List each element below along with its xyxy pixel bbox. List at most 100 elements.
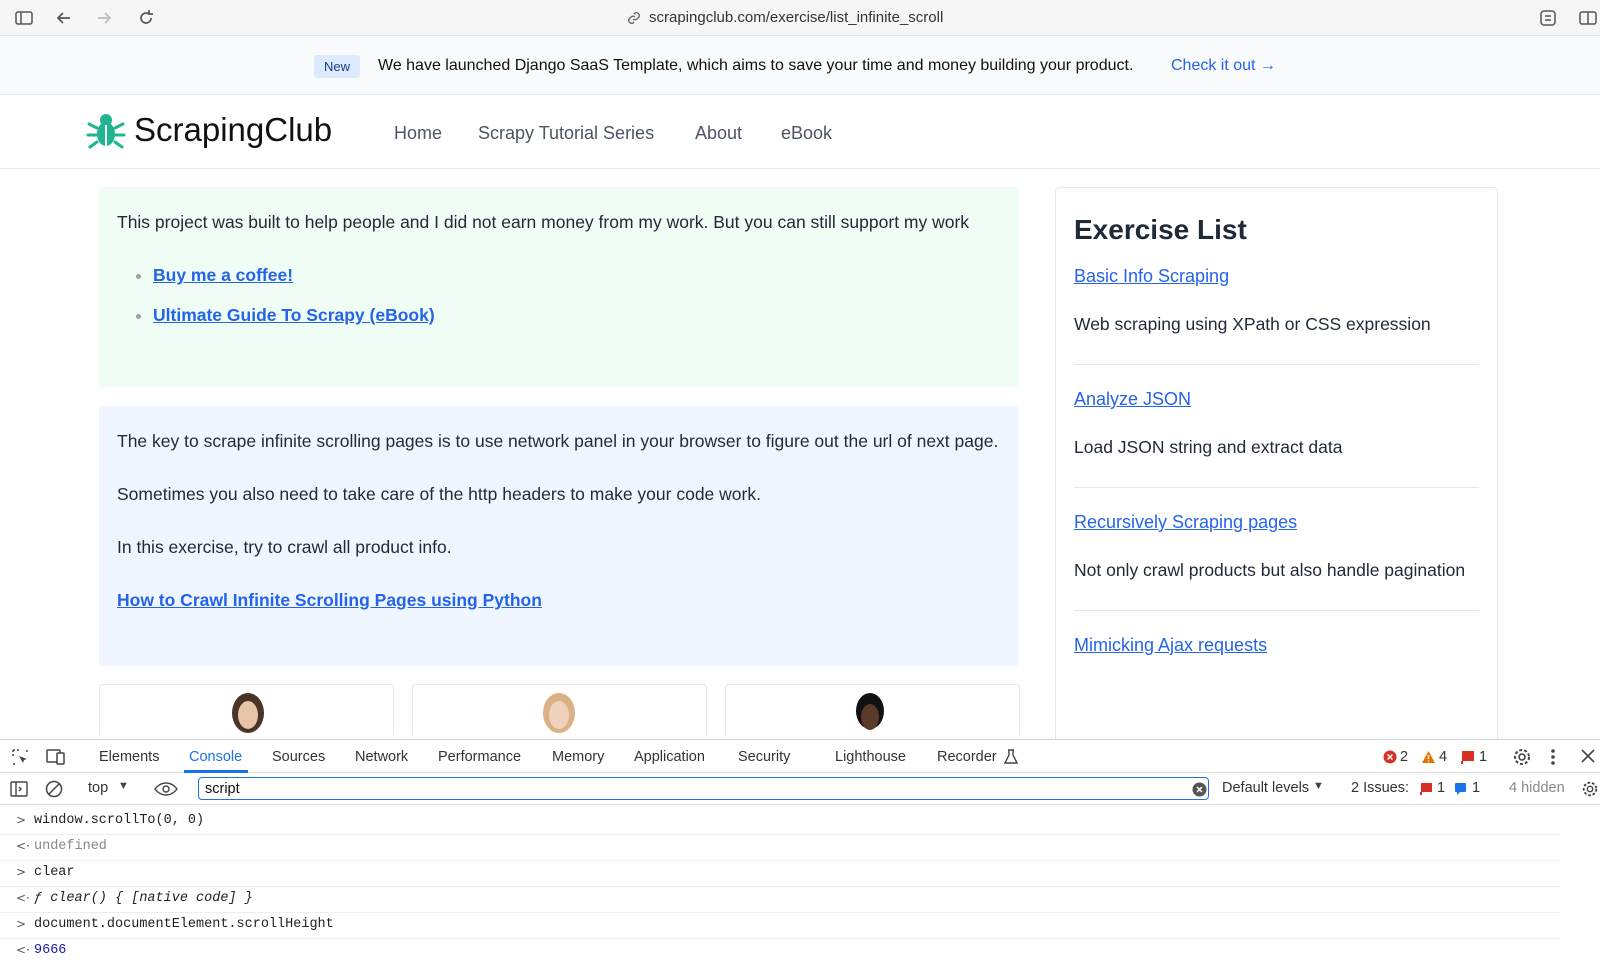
device-toolbar-icon[interactable] [45, 747, 67, 767]
info-paragraph: The key to scrape infinite scrolling pag… [117, 431, 999, 451]
result-arrow-icon: <· [16, 943, 30, 957]
extension-icon[interactable] [1538, 8, 1558, 28]
exercise-link[interactable]: Mimicking Ajax requests [1074, 635, 1479, 656]
clear-filter-icon[interactable] [1192, 782, 1207, 797]
address-bar[interactable]: scrapingclub.com/exercise/list_infinite_… [649, 9, 943, 26]
exercise-desc: Load JSON string and extract data [1074, 437, 1343, 457]
product-card[interactable] [412, 684, 707, 734]
result-arrow-icon: <· [16, 839, 30, 853]
issue-flag-icon [1420, 783, 1432, 795]
link-icon [628, 12, 640, 24]
tab-application[interactable]: Application [634, 749, 705, 765]
exercise-desc: Not only crawl products but also handle … [1074, 560, 1466, 580]
issues-label[interactable]: 2 Issues: [1351, 780, 1409, 796]
tab-console[interactable]: Console [189, 749, 242, 765]
chevron-down-icon[interactable]: ▼ [118, 780, 129, 792]
log-levels-dropdown[interactable]: Default levels [1222, 780, 1309, 796]
hidden-count: 4 hidden [1509, 780, 1565, 796]
tab-performance[interactable]: Performance [438, 749, 521, 765]
console-input-line[interactable]: > document.documentElement.scrollHeight [0, 913, 1560, 939]
bug-logo-icon[interactable] [86, 111, 126, 151]
console-filter-input[interactable] [198, 777, 1209, 800]
list-item: Buy me a coffee! [153, 260, 1001, 291]
tab-security[interactable]: Security [738, 749, 790, 765]
site-logo-text[interactable]: ScrapingClub [134, 111, 332, 149]
live-expression-eye-icon[interactable] [154, 781, 178, 797]
error-icon [1383, 750, 1397, 764]
more-options-icon[interactable] [1549, 747, 1557, 767]
tab-lighthouse[interactable]: Lighthouse [835, 749, 906, 765]
product-image [856, 693, 884, 730]
tutorial-link[interactable]: How to Crawl Infinite Scrolling Pages us… [117, 590, 542, 610]
error-count[interactable]: 2 [1400, 749, 1408, 765]
tab-sources[interactable]: Sources [272, 749, 325, 765]
issues-red-count[interactable]: 1 [1437, 780, 1445, 796]
exercise-link[interactable]: Recursively Scraping pages [1074, 512, 1479, 533]
info-paragraph: In this exercise, try to crawl all produ… [117, 537, 452, 557]
forward-icon[interactable] [94, 8, 114, 28]
result-arrow-icon: <· [16, 891, 30, 905]
clear-console-icon[interactable] [45, 780, 63, 798]
issues-blue-count[interactable]: 1 [1472, 780, 1480, 796]
console-settings-icon[interactable] [1581, 780, 1599, 798]
flask-icon [1004, 749, 1018, 764]
exercise-desc: Web scraping using XPath or CSS expressi… [1074, 314, 1431, 334]
exercise-list-sidebar: Exercise List Basic Info Scraping Web sc… [1055, 187, 1498, 747]
context-selector[interactable]: top [88, 780, 108, 796]
site-nav: ScrapingClub Home Scrapy Tutorial Series… [0, 95, 1600, 169]
prompt-chevron-icon: > [16, 865, 27, 879]
inspect-element-icon[interactable] [10, 747, 30, 767]
sidebar-toggle-icon[interactable] [14, 8, 34, 28]
ebook-guide-link[interactable]: Ultimate Guide To Scrapy (eBook) [153, 305, 435, 325]
nav-ebook[interactable]: eBook [781, 123, 832, 144]
close-devtools-icon[interactable] [1581, 749, 1595, 763]
settings-gear-icon[interactable] [1512, 747, 1532, 767]
browser-toolbar: scrapingclub.com/exercise/list_infinite_… [0, 0, 1600, 36]
support-box: This project was built to help people an… [99, 187, 1019, 387]
prompt-chevron-icon: > [16, 813, 27, 827]
warning-icon [1422, 751, 1435, 763]
product-card[interactable] [99, 684, 394, 734]
issue-count[interactable]: 1 [1479, 749, 1487, 765]
devtools-tab-bar: Elements Console Sources Network Perform… [0, 740, 1600, 773]
buy-coffee-link[interactable]: Buy me a coffee! [153, 265, 293, 285]
console-toolbar: top ▼ Default levels ▼ 2 Issues: 1 1 4 h… [0, 773, 1600, 805]
product-image [232, 693, 264, 733]
exercise-link[interactable]: Analyze JSON [1074, 389, 1479, 410]
tab-recorder[interactable]: Recorder [937, 749, 997, 765]
console-input-line[interactable]: > window.scrollTo(0, 0) [0, 809, 1560, 835]
nav-about[interactable]: About [695, 123, 742, 144]
support-links: Buy me a coffee! Ultimate Guide To Scrap… [153, 260, 1001, 331]
reload-icon[interactable] [136, 8, 156, 28]
exercise-link[interactable]: Basic Info Scraping [1074, 266, 1479, 287]
check-it-out-link[interactable]: Check it out → [1171, 57, 1276, 75]
exercise-item: Basic Info Scraping Web scraping using X… [1074, 266, 1479, 365]
back-icon[interactable] [54, 8, 74, 28]
console-output-line[interactable]: <· ƒ clear() { [native code] } [0, 887, 1560, 913]
exercise-item: Recursively Scraping pages Not only craw… [1074, 512, 1479, 611]
info-paragraph: Sometimes you also need to take care of … [117, 484, 761, 504]
console-input-line[interactable]: > clear [0, 861, 1560, 887]
product-image [543, 693, 575, 733]
show-sidebar-icon[interactable] [10, 780, 28, 798]
chevron-down-icon[interactable]: ▼ [1313, 780, 1324, 792]
tab-memory[interactable]: Memory [552, 749, 604, 765]
issue-flag-icon [1461, 751, 1474, 764]
exercise-item: Mimicking Ajax requests [1074, 635, 1479, 702]
exercise-info-box: The key to scrape infinite scrolling pag… [99, 406, 1019, 666]
tab-network[interactable]: Network [355, 749, 408, 765]
nav-home[interactable]: Home [394, 123, 442, 144]
devtools-panel: Elements Console Sources Network Perform… [0, 739, 1600, 964]
warning-count[interactable]: 4 [1439, 749, 1447, 765]
nav-scrapy-tutorial-series[interactable]: Scrapy Tutorial Series [478, 123, 654, 144]
exercise-item: Analyze JSON Load JSON string and extrac… [1074, 389, 1479, 488]
tab-elements[interactable]: Elements [99, 749, 159, 765]
prompt-chevron-icon: > [16, 917, 27, 931]
announcement-banner: New We have launched Django SaaS Templat… [0, 36, 1600, 95]
sidebar-title: Exercise List [1074, 214, 1247, 245]
product-card[interactable] [725, 684, 1020, 734]
split-view-icon[interactable] [1578, 8, 1598, 28]
console-output-line: <· undefined [0, 835, 1560, 861]
support-text: This project was built to help people an… [117, 212, 970, 232]
list-item: Ultimate Guide To Scrapy (eBook) [153, 300, 1001, 331]
